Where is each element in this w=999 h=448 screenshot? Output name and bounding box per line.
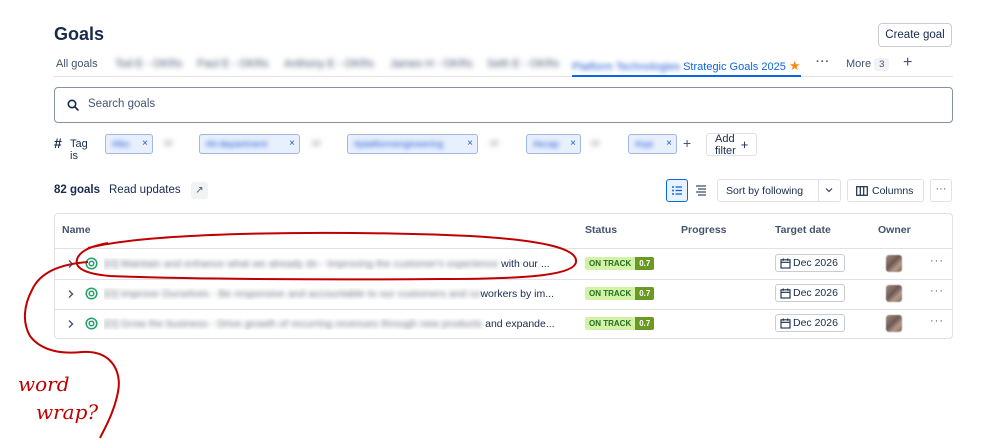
annotation-text-wrap: wrap? bbox=[36, 400, 99, 424]
annotation-circle bbox=[75, 231, 578, 281]
annotation-text-word: word bbox=[18, 372, 70, 396]
annotation-overlay bbox=[24, 231, 578, 439]
